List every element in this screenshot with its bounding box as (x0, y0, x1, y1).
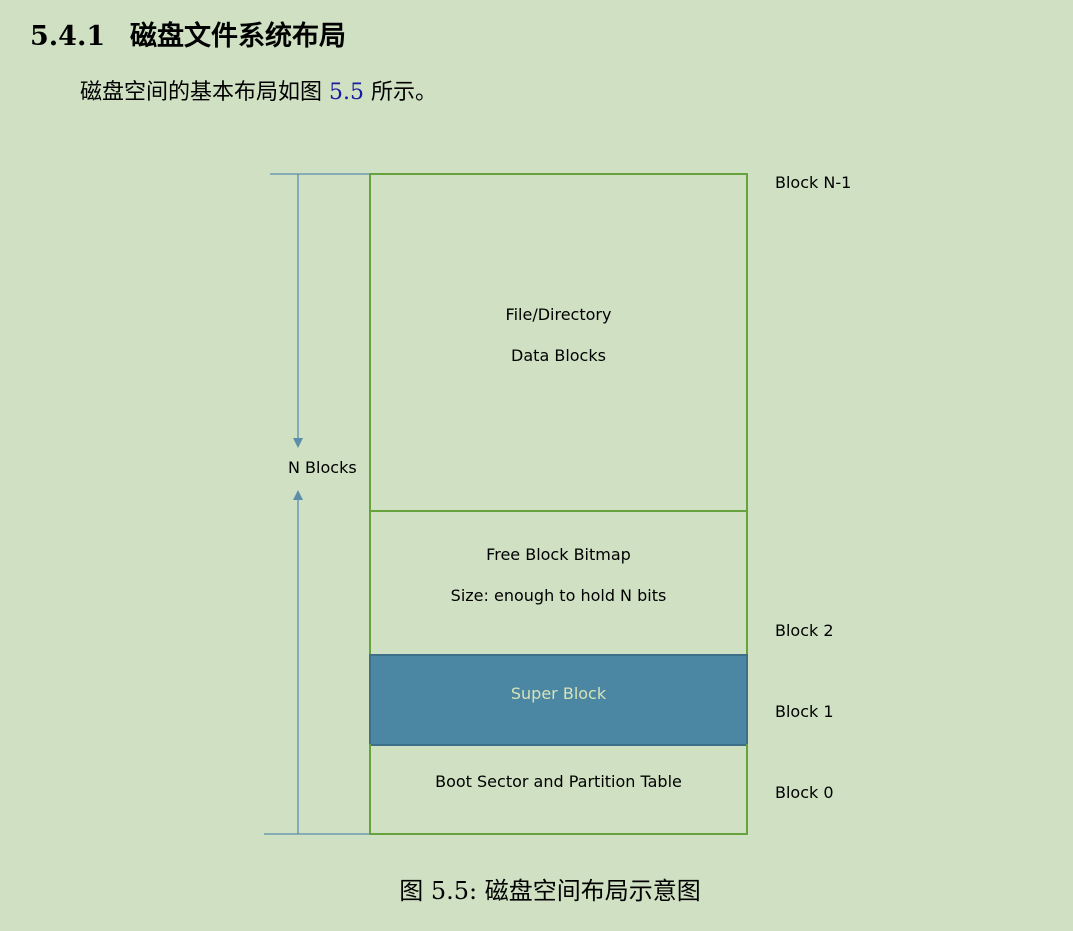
down-arrow-head-icon (293, 438, 303, 448)
data-blocks-region: File/Directory Data Blocks (369, 173, 748, 512)
n-blocks-label: N Blocks (288, 458, 357, 477)
block-label-0: Block 0 (775, 783, 834, 802)
block-label-2: Block 2 (775, 621, 834, 640)
free-block-bitmap-region: Free Block Bitmap Size: enough to hold N… (369, 510, 748, 656)
block-label-n-minus-1: Block N-1 (775, 173, 852, 192)
caption-label: 图 5.5: (399, 877, 478, 905)
caption-text: 磁盘空间布局示意图 (484, 877, 701, 905)
data-region-line2: Data Blocks (511, 346, 606, 365)
disk-layout-figure: File/Directory Data Blocks Free Block Bi… (0, 0, 1073, 931)
boot-sector-region: Boot Sector and Partition Table (369, 744, 748, 835)
bitmap-region-line1: Free Block Bitmap (486, 545, 631, 564)
boot-sector-label: Boot Sector and Partition Table (435, 772, 682, 791)
figure-caption: 图 5.5: 磁盘空间布局示意图 (0, 871, 1073, 906)
bitmap-region-line2: Size: enough to hold N bits (450, 586, 667, 605)
super-block-label: Super Block (510, 684, 607, 703)
super-block-region: Super Block (369, 654, 748, 746)
data-region-line1: File/Directory (505, 305, 612, 324)
up-arrow-head-icon (293, 490, 303, 500)
block-label-1: Block 1 (775, 702, 834, 721)
